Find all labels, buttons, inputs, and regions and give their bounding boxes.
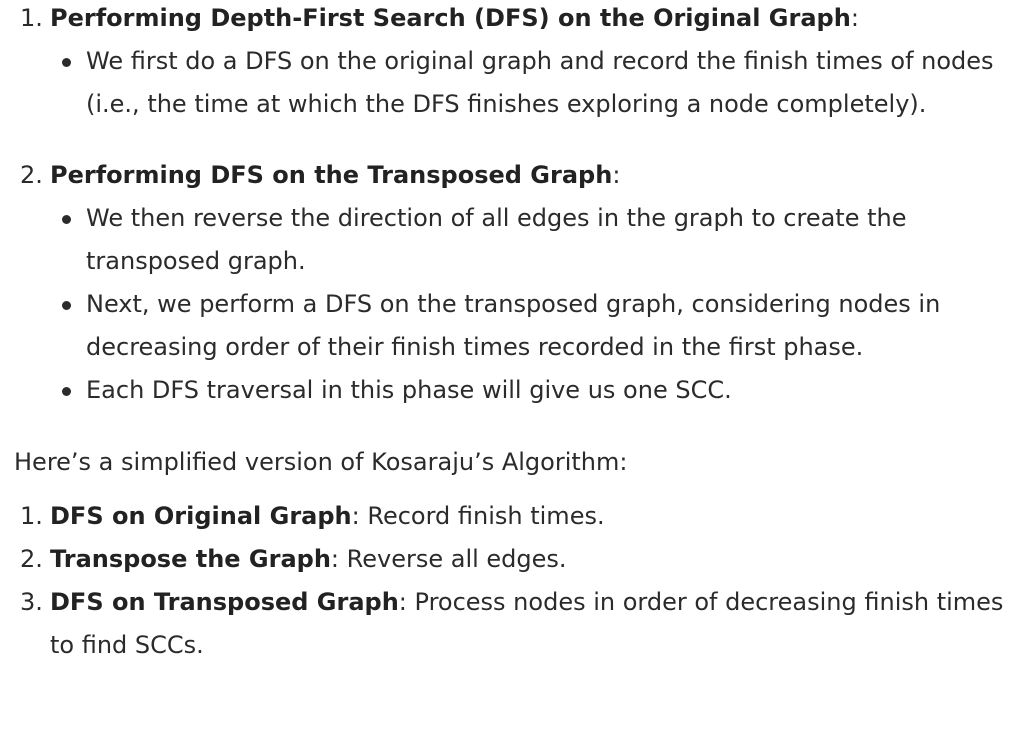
bullet-list: We then reverse the direction of all edg…	[50, 197, 1018, 412]
summary-item: 3. DFS on Transposed Graph: Process node…	[14, 581, 1018, 667]
bullet-icon	[62, 387, 71, 396]
summary-step-title: Transpose the Graph	[50, 545, 331, 573]
phase-title: Performing Depth-First Search (DFS) on t…	[50, 4, 851, 32]
summary-intro: Here’s a simplified version of Kosaraju’…	[14, 448, 628, 476]
list-number: 3.	[20, 588, 43, 616]
summary-item: 2. Transpose the Graph: Reverse all edge…	[14, 538, 1018, 581]
summary-step-text: : Reverse all edges.	[330, 545, 567, 573]
bullet-item: We first do a DFS on the original graph …	[50, 40, 1018, 126]
summary-list: 1. DFS on Original Graph: Record finish …	[14, 495, 1018, 667]
summary-step-title: DFS on Original Graph	[50, 502, 352, 530]
bullet-text: We first do a DFS on the original graph …	[86, 47, 994, 118]
bullet-text: Next, we perform a DFS on the transposed…	[86, 290, 941, 361]
phase-list: 1. Performing Depth-First Search (DFS) o…	[14, 0, 1018, 412]
phase-item: 2. Performing DFS on the Transposed Grap…	[14, 154, 1018, 412]
summary-item: 1. DFS on Original Graph: Record finish …	[14, 495, 1018, 538]
title-colon: :	[850, 4, 859, 32]
bullet-item: Next, we perform a DFS on the transposed…	[50, 283, 1018, 369]
bullet-item: Each DFS traversal in this phase will gi…	[50, 369, 1018, 412]
summary-step-text: : Record finish times.	[351, 502, 605, 530]
phase-item: 1. Performing Depth-First Search (DFS) o…	[14, 0, 1018, 126]
bullet-icon	[62, 58, 71, 67]
phase-title: Performing DFS on the Transposed Graph	[50, 161, 613, 189]
list-number: 2.	[20, 161, 43, 189]
title-colon: :	[612, 161, 621, 189]
list-number: 1.	[20, 502, 43, 530]
bullet-text: We then reverse the direction of all edg…	[86, 204, 907, 275]
bullet-text: Each DFS traversal in this phase will gi…	[86, 376, 732, 404]
bullet-item: We then reverse the direction of all edg…	[50, 197, 1018, 283]
list-number: 2.	[20, 545, 43, 573]
summary-step-title: DFS on Transposed Graph	[50, 588, 399, 616]
document-page: 1. Performing Depth-First Search (DFS) o…	[0, 0, 1036, 739]
bullet-icon	[62, 215, 71, 224]
bullet-icon	[62, 301, 71, 310]
list-number: 1.	[20, 4, 43, 32]
bullet-list: We first do a DFS on the original graph …	[50, 40, 1018, 126]
